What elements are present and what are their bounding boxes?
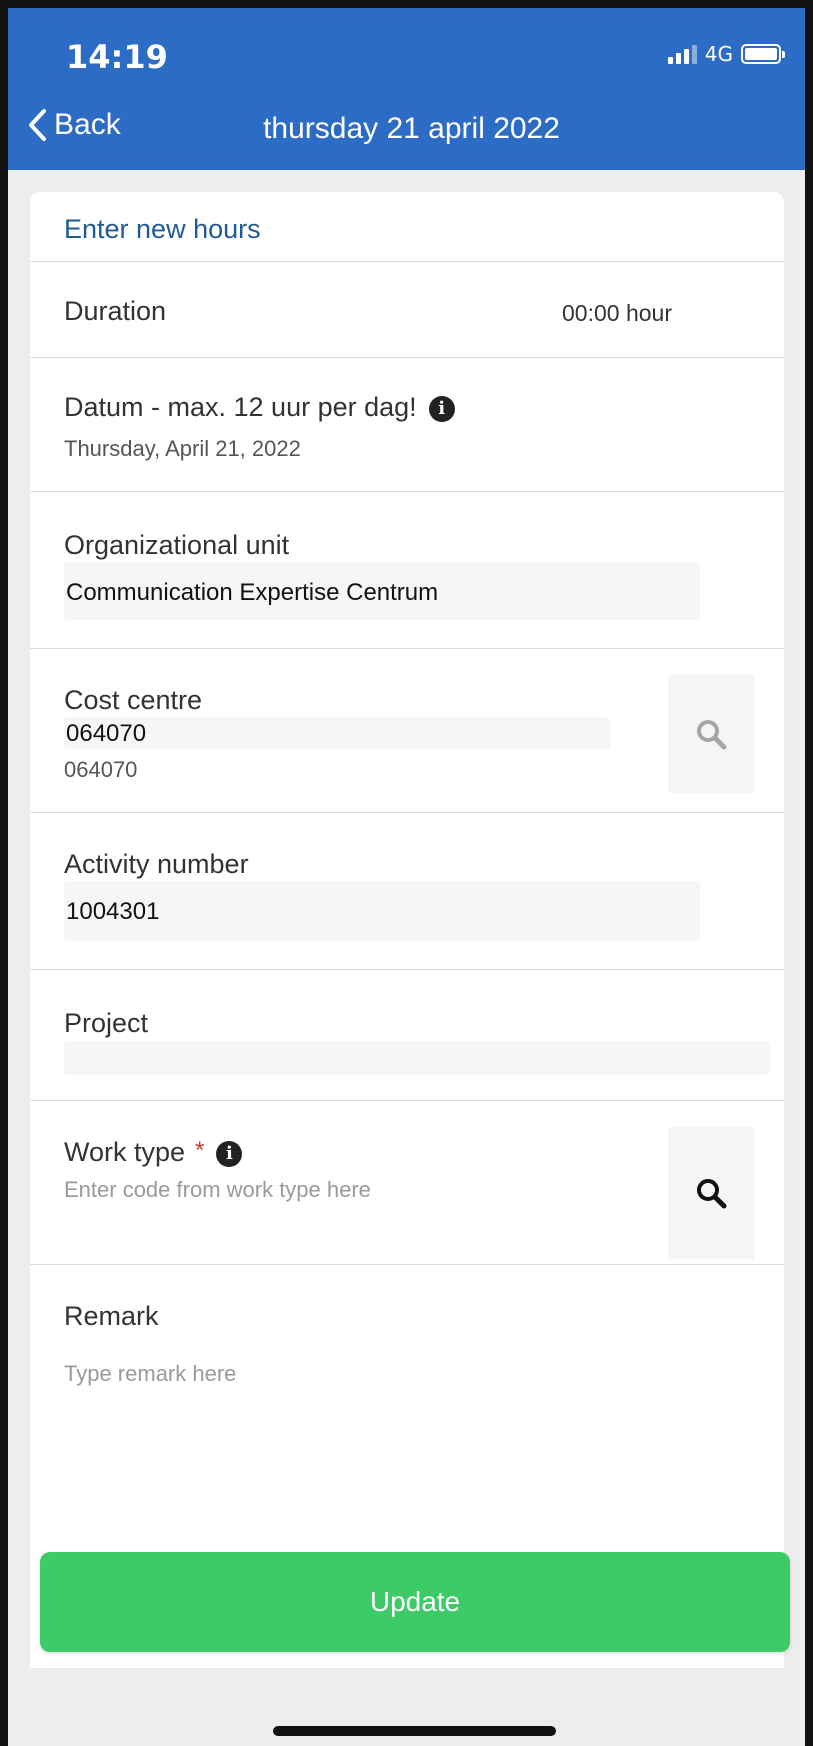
- date-label-wrap: Datum - max. 12 uur per dag! i: [64, 392, 455, 423]
- work-type-label-wrap: Work type * i: [64, 1137, 243, 1168]
- info-icon[interactable]: i: [216, 1140, 243, 1167]
- cost-centre-label: Cost centre: [64, 685, 203, 715]
- hours-form: Enter new hours Duration 00:00 hour Datu…: [30, 192, 784, 1668]
- battery-icon: [741, 44, 785, 64]
- date-value: Thursday, April 21, 2022: [64, 436, 301, 461]
- app-header: 14:19 4G Back thursday 21 april 2022: [8, 8, 805, 170]
- update-button[interactable]: Update: [40, 1552, 790, 1652]
- cost-centre-search-button[interactable]: [668, 675, 754, 793]
- org-unit-label: Organizational unit: [64, 530, 290, 560]
- signal-icon: [667, 44, 697, 64]
- duration-row[interactable]: Duration 00:00 hour: [30, 262, 784, 358]
- cost-centre-field[interactable]: 064070: [64, 717, 610, 749]
- cost-centre-row: Cost centre 064070 064070: [30, 649, 784, 813]
- required-mark: *: [195, 1137, 205, 1164]
- org-unit-field[interactable]: Communication Expertise Centrum: [64, 562, 700, 620]
- activity-field[interactable]: 1004301: [64, 881, 700, 941]
- duration-label: Duration: [64, 296, 167, 326]
- date-row[interactable]: Datum - max. 12 uur per dag! i Thursday, …: [30, 358, 784, 492]
- remark-row: Remark Type remark here: [30, 1265, 784, 1425]
- info-icon[interactable]: i: [428, 395, 455, 422]
- app-screen: 14:19 4G Back thursday 21 april 2022 Ent…: [8, 8, 805, 1746]
- work-type-search-button[interactable]: [668, 1127, 754, 1259]
- page-title: thursday 21 april 2022: [263, 112, 560, 145]
- activity-row: Activity number 1004301: [30, 813, 784, 970]
- date-label: Datum - max. 12 uur per dag!: [64, 392, 417, 422]
- search-icon: [697, 720, 727, 750]
- work-type-label: Work type: [64, 1137, 186, 1167]
- form-title: Enter new hours: [30, 192, 784, 262]
- work-type-row: Work type * i Enter code from work type he…: [30, 1101, 784, 1265]
- home-indicator[interactable]: [273, 1726, 556, 1736]
- cost-centre-description: 064070: [64, 757, 138, 782]
- project-row: Project: [30, 970, 784, 1101]
- project-label: Project: [64, 1008, 149, 1038]
- duration-value: 00:00 hour: [562, 300, 672, 326]
- status-time: 14:19: [66, 38, 168, 76]
- org-unit-row: Organizational unit Communication Expert…: [30, 492, 784, 649]
- remark-input[interactable]: Type remark here: [64, 1361, 236, 1387]
- project-field[interactable]: [64, 1041, 770, 1075]
- search-icon: [697, 1179, 727, 1209]
- status-indicators: 4G: [667, 42, 785, 66]
- remark-label: Remark: [64, 1301, 159, 1331]
- activity-label: Activity number: [64, 849, 249, 879]
- network-label: 4G: [704, 42, 733, 66]
- work-type-input[interactable]: Enter code from work type here: [64, 1177, 371, 1203]
